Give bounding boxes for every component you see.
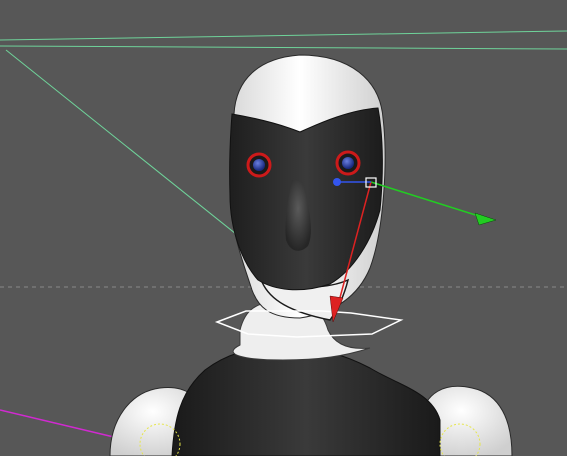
- robot-torso[interactable]: [171, 345, 441, 456]
- 3d-viewport[interactable]: [0, 0, 567, 456]
- right-eye[interactable]: [335, 150, 361, 176]
- gizmo-x-axis[interactable]: [370, 181, 486, 219]
- viewport-canvas[interactable]: [0, 0, 567, 456]
- guide-line-green-upper: [0, 30, 567, 41]
- gizmo-x-arrow-icon[interactable]: [474, 212, 497, 226]
- guide-line-magenta: [0, 409, 119, 439]
- guide-line-green-lower: [0, 45, 567, 50]
- gizmo-z-handle-icon[interactable]: [333, 178, 341, 186]
- left-eye[interactable]: [246, 152, 272, 178]
